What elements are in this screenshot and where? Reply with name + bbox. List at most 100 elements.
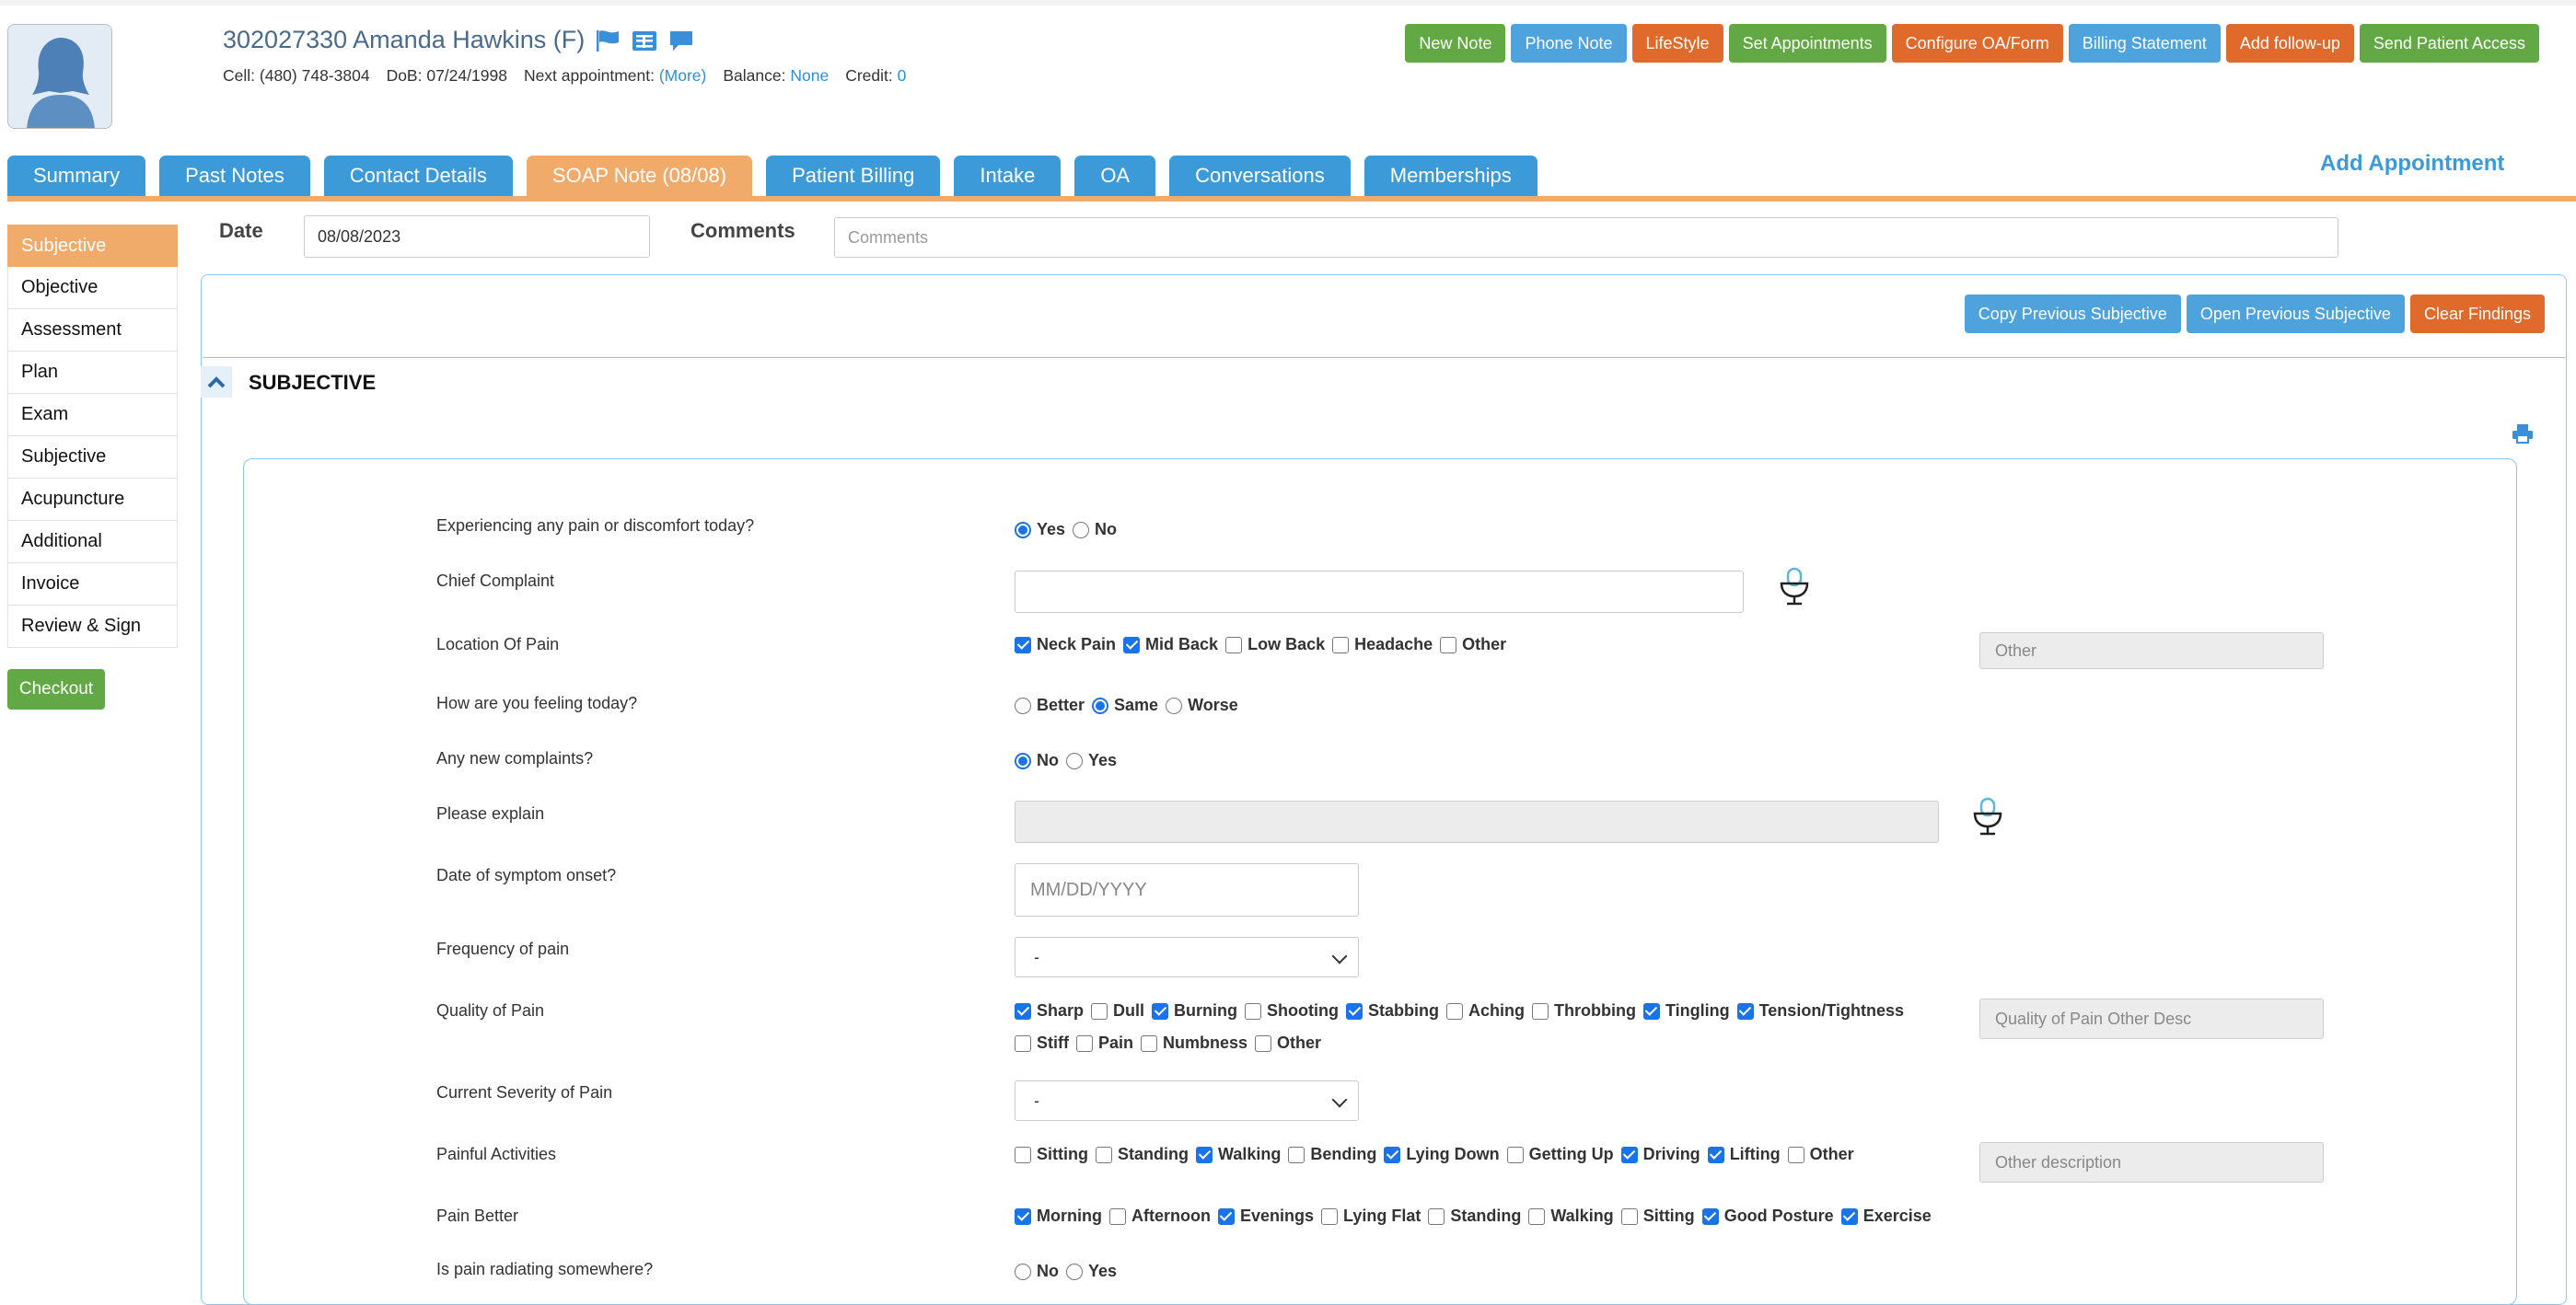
- checkbox[interactable]: [1108, 1207, 1126, 1225]
- add-follow-up-button[interactable]: Add follow-up: [2225, 24, 2354, 63]
- sidebar-item-assessment[interactable]: Assessment: [7, 309, 178, 352]
- checkbox-other[interactable]: Other: [1787, 1145, 1854, 1164]
- microphone-icon[interactable]: [1779, 567, 1810, 606]
- configure-oa-form-button[interactable]: Configure OA/Form: [1891, 24, 2063, 63]
- send-patient-access-button[interactable]: Send Patient Access: [2359, 24, 2539, 63]
- radio-same[interactable]: Same: [1092, 696, 1158, 715]
- checkbox[interactable]: [1015, 1002, 1031, 1020]
- checkbox-stabbing[interactable]: Stabbing: [1346, 1001, 1439, 1021]
- sidebar-item-invoice[interactable]: Invoice: [7, 563, 178, 606]
- checkbox[interactable]: [1225, 636, 1243, 653]
- checkbox[interactable]: [1091, 1002, 1108, 1020]
- checkbox-sitting[interactable]: Sitting: [1620, 1207, 1695, 1226]
- checkbox[interactable]: [1152, 1002, 1169, 1020]
- phone-note-button[interactable]: Phone Note: [1511, 24, 1627, 63]
- checkbox[interactable]: [1255, 1034, 1272, 1052]
- radio-button[interactable]: [1066, 1263, 1083, 1280]
- tab-intake[interactable]: Intake: [954, 156, 1062, 196]
- set-appointments-button[interactable]: Set Appointments: [1728, 24, 1886, 63]
- clear-findings-button[interactable]: Clear Findings: [2409, 294, 2545, 333]
- flag-icon[interactable]: [594, 29, 621, 52]
- microphone-icon[interactable]: [1972, 797, 2003, 836]
- tab-summary[interactable]: Summary: [7, 156, 146, 196]
- checkbox-mid-back[interactable]: Mid Back: [1123, 635, 1218, 654]
- id-card-icon[interactable]: [631, 29, 658, 52]
- checkbox[interactable]: [1620, 1207, 1638, 1225]
- checkbox[interactable]: [1707, 1146, 1724, 1163]
- radio-button[interactable]: [1092, 697, 1109, 714]
- checkbox-tingling[interactable]: Tingling: [1642, 1001, 1730, 1021]
- checkbox[interactable]: [1196, 1146, 1213, 1163]
- checkbox[interactable]: [1787, 1146, 1804, 1163]
- checkbox-bending[interactable]: Bending: [1288, 1145, 1376, 1164]
- chat-icon[interactable]: [667, 29, 695, 52]
- radio-no[interactable]: No: [1073, 520, 1117, 539]
- checkbox[interactable]: [1701, 1207, 1719, 1225]
- checkbox[interactable]: [1015, 1146, 1031, 1163]
- checkbox[interactable]: [1141, 1034, 1158, 1052]
- checkbox-lying-down[interactable]: Lying Down: [1384, 1145, 1500, 1164]
- sidebar-item-objective[interactable]: Objective: [7, 267, 178, 309]
- printer-icon[interactable]: [2512, 423, 2534, 444]
- credit-value[interactable]: 0: [898, 66, 907, 85]
- checkbox-aching[interactable]: Aching: [1446, 1001, 1525, 1021]
- tab-conversations[interactable]: Conversations: [1169, 156, 1351, 196]
- tab-contact-details[interactable]: Contact Details: [323, 156, 513, 196]
- chief-complaint-input[interactable]: [1015, 571, 1744, 613]
- checkbox[interactable]: [1532, 1002, 1549, 1020]
- checkbox-other[interactable]: Other: [1440, 635, 1506, 654]
- checkbox[interactable]: [1096, 1146, 1112, 1163]
- checkbox[interactable]: [1840, 1207, 1858, 1225]
- checkbox[interactable]: [1321, 1207, 1338, 1225]
- sidebar-item-exam[interactable]: Exam: [7, 394, 178, 436]
- date-input[interactable]: 08/08/2023: [304, 215, 650, 258]
- sidebar-item-subjective[interactable]: Subjective: [7, 225, 178, 267]
- patient-avatar[interactable]: [7, 24, 112, 129]
- copy-previous-subjective-button[interactable]: Copy Previous Subjective: [1964, 294, 2181, 333]
- checkbox[interactable]: [1015, 1034, 1031, 1052]
- radio-button[interactable]: [1166, 697, 1183, 714]
- next-appointment-more-link[interactable]: (More): [659, 66, 707, 85]
- sidebar-item-subjective[interactable]: Subjective: [7, 436, 178, 479]
- radio-button[interactable]: [1066, 752, 1083, 769]
- checkbox[interactable]: [1736, 1002, 1754, 1020]
- checkbox-shooting[interactable]: Shooting: [1245, 1001, 1339, 1021]
- checkbox-sharp[interactable]: Sharp: [1015, 1001, 1084, 1021]
- tab-oa[interactable]: OA: [1074, 156, 1156, 196]
- quality-other-input[interactable]: Quality of Pain Other Desc: [1979, 999, 2324, 1039]
- sidebar-item-acupuncture[interactable]: Acupuncture: [7, 479, 178, 521]
- explain-input[interactable]: [1015, 801, 1939, 843]
- checkbox-headache[interactable]: Headache: [1332, 635, 1433, 654]
- location-other-input[interactable]: Other: [1979, 632, 2324, 669]
- open-previous-subjective-button[interactable]: Open Previous Subjective: [2186, 294, 2405, 333]
- comments-textarea[interactable]: Comments: [834, 217, 2338, 258]
- new-note-button[interactable]: New Note: [1405, 24, 1506, 63]
- tab-patient-billing[interactable]: Patient Billing: [766, 156, 941, 196]
- checkbox-neck-pain[interactable]: Neck Pain: [1015, 635, 1116, 654]
- checkbox[interactable]: [1245, 1002, 1262, 1020]
- checkbox[interactable]: [1506, 1146, 1524, 1163]
- balance-value[interactable]: None: [790, 66, 829, 85]
- sidebar-item-additional[interactable]: Additional: [7, 521, 178, 563]
- radio-button[interactable]: [1015, 752, 1031, 769]
- checkbox[interactable]: [1332, 636, 1350, 653]
- tab-soap-note-08-08[interactable]: SOAP Note (08/08): [526, 156, 753, 196]
- checkbox[interactable]: [1346, 1002, 1363, 1020]
- radio-button[interactable]: [1015, 1263, 1031, 1280]
- checkbox-tension-tightness[interactable]: Tension/Tightness: [1736, 1001, 1904, 1021]
- checkbox-afternoon[interactable]: Afternoon: [1108, 1207, 1211, 1226]
- checkbox[interactable]: [1217, 1207, 1235, 1225]
- checkbox-morning[interactable]: Morning: [1015, 1207, 1102, 1226]
- checkbox[interactable]: [1384, 1146, 1401, 1163]
- radio-better[interactable]: Better: [1015, 696, 1085, 715]
- checkbox-good-posture[interactable]: Good Posture: [1701, 1207, 1834, 1226]
- checkbox-evenings[interactable]: Evenings: [1217, 1207, 1314, 1226]
- checkbox[interactable]: [1528, 1207, 1546, 1225]
- checkbox-lifting[interactable]: Lifting: [1707, 1145, 1781, 1164]
- checkbox-other[interactable]: Other: [1255, 1034, 1321, 1053]
- checkbox-standing[interactable]: Standing: [1428, 1207, 1521, 1226]
- tab-past-notes[interactable]: Past Notes: [159, 156, 310, 196]
- checkbox-sitting[interactable]: Sitting: [1015, 1145, 1088, 1164]
- checkbox[interactable]: [1620, 1146, 1638, 1163]
- checkbox-walking[interactable]: Walking: [1528, 1207, 1614, 1226]
